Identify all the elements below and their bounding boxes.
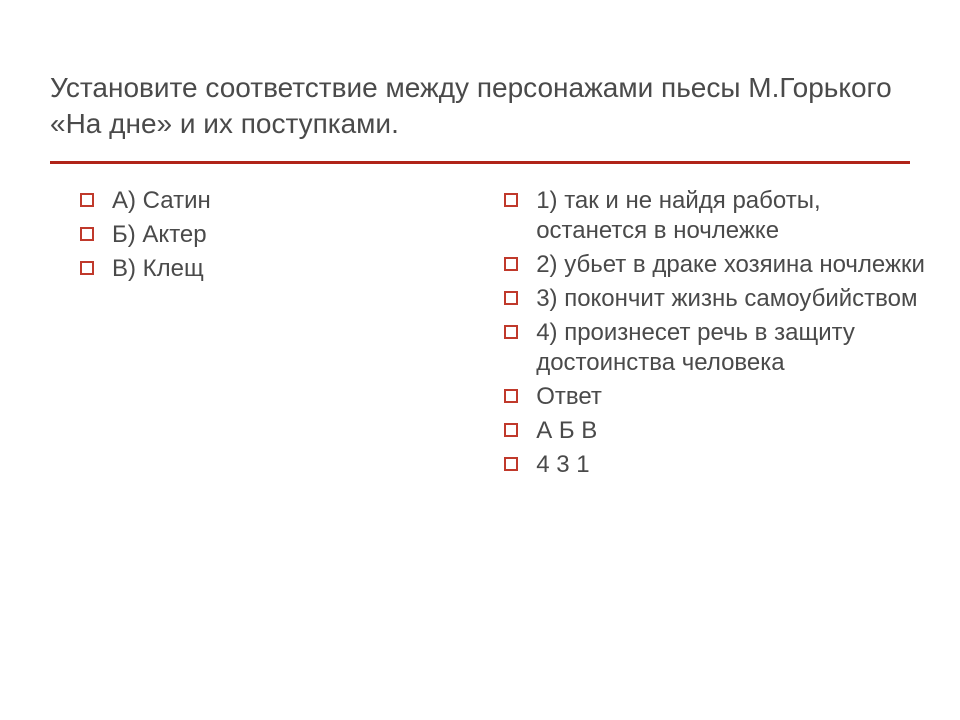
list-item: 1) так и не найдя работы, останется в но… bbox=[474, 186, 930, 246]
list-item: 2) убьет в драке хозяина ночлежки bbox=[474, 250, 930, 280]
slide-title: Установите соответствие между персонажам… bbox=[50, 70, 910, 143]
list-item: Ответ bbox=[474, 382, 930, 412]
list-item: А) Сатин bbox=[50, 186, 454, 216]
bullet-label: В) Клещ bbox=[112, 254, 454, 284]
slide-container: Установите соответствие между персонажам… bbox=[0, 0, 960, 720]
bullet-label: 2) убьет в драке хозяина ночлежки bbox=[536, 250, 930, 280]
content-columns: А) Сатин Б) Актер В) Клещ 1) так и не на… bbox=[50, 186, 910, 484]
square-bullet-icon bbox=[504, 389, 518, 403]
square-bullet-icon bbox=[504, 423, 518, 437]
right-column: 1) так и не найдя работы, останется в но… bbox=[474, 186, 930, 484]
list-item: 3) покончит жизнь самоубийством bbox=[474, 284, 930, 314]
list-item: 4 3 1 bbox=[474, 450, 930, 480]
bullet-label: 4) произнесет речь в защиту достоинства … bbox=[536, 318, 930, 378]
title-divider bbox=[50, 161, 910, 164]
square-bullet-icon bbox=[504, 193, 518, 207]
list-item: Б) Актер bbox=[50, 220, 454, 250]
list-item: 4) произнесет речь в защиту достоинства … bbox=[474, 318, 930, 378]
square-bullet-icon bbox=[504, 325, 518, 339]
bullet-label: А Б В bbox=[536, 416, 930, 446]
bullet-label: Б) Актер bbox=[112, 220, 454, 250]
list-item: В) Клещ bbox=[50, 254, 454, 284]
square-bullet-icon bbox=[80, 193, 94, 207]
square-bullet-icon bbox=[80, 227, 94, 241]
square-bullet-icon bbox=[504, 457, 518, 471]
square-bullet-icon bbox=[80, 261, 94, 275]
bullet-label: 1) так и не найдя работы, останется в но… bbox=[536, 186, 930, 246]
bullet-label: 3) покончит жизнь самоубийством bbox=[536, 284, 930, 314]
square-bullet-icon bbox=[504, 291, 518, 305]
left-column: А) Сатин Б) Актер В) Клещ bbox=[50, 186, 454, 484]
list-item: А Б В bbox=[474, 416, 930, 446]
bullet-label: 4 3 1 bbox=[536, 450, 930, 480]
bullet-label: А) Сатин bbox=[112, 186, 454, 216]
square-bullet-icon bbox=[504, 257, 518, 271]
bullet-label: Ответ bbox=[536, 382, 930, 412]
